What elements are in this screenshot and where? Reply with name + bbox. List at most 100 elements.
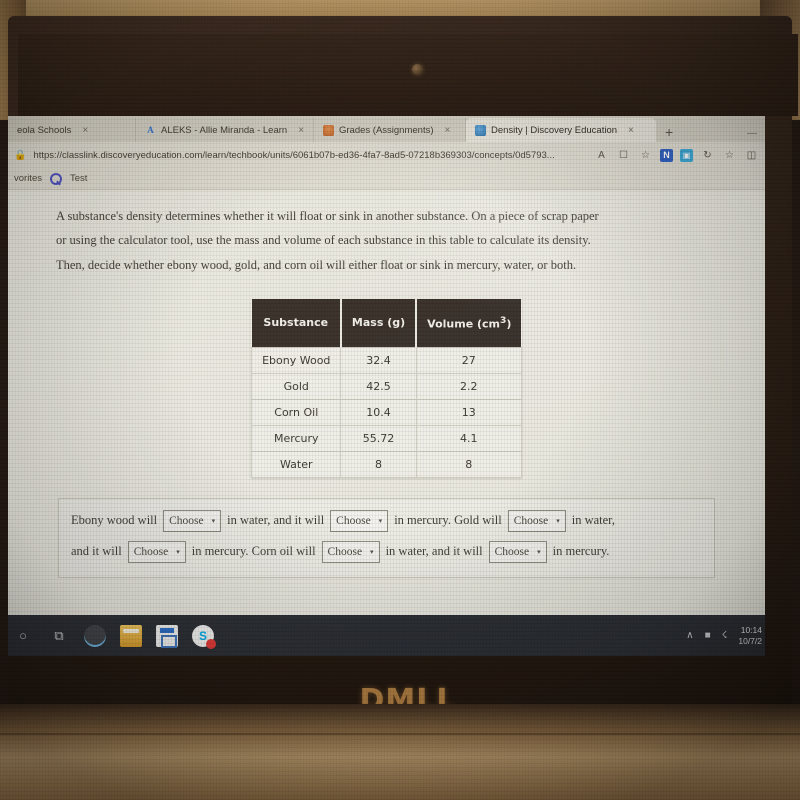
cell-mass: 55.72: [340, 424, 417, 452]
cell-substance: Gold: [251, 372, 342, 400]
cell-mass: 8: [340, 450, 417, 478]
cell-substance: Mercury: [251, 424, 342, 452]
answer-text-segment: in water,: [571, 513, 615, 528]
grades-icon: [323, 124, 334, 136]
bookmark-test[interactable]: Test: [70, 173, 87, 184]
nearpod-extension-icon[interactable]: N: [660, 148, 673, 162]
answer-text-segment: in water, and it will: [385, 544, 483, 559]
window-minimize-button[interactable]: —: [747, 128, 757, 139]
table-row: Mercury 55.72 4.1: [251, 424, 522, 452]
tray-expand-icon[interactable]: ∧: [686, 630, 693, 641]
webcam-icon: [412, 64, 423, 75]
tab-title: eola Schools: [17, 124, 72, 136]
answer-text-segment: in mercury. Corn oil will: [191, 544, 316, 559]
tab-title: ALEKS - Allie Miranda - Learn: [161, 124, 288, 136]
answer-text-segment: and it will: [71, 544, 122, 559]
new-tab-button[interactable]: +: [656, 124, 682, 142]
url-text[interactable]: https://classlink.discoveryeducation.com…: [33, 150, 587, 161]
dropdown-cornoil-mercury[interactable]: Choose ▾: [488, 540, 547, 563]
battery-icon[interactable]: ■: [705, 630, 711, 641]
bookmark-favorites-label[interactable]: vorites: [14, 173, 42, 184]
clock-date: 10/7/2: [738, 635, 762, 646]
cell-volume: 27: [415, 346, 522, 374]
cell-mass: 42.5: [340, 372, 417, 400]
dropdown-ebony-water[interactable]: Choose ▾: [163, 509, 222, 532]
dropdown-value: Choose: [327, 545, 363, 558]
prompt-line-2: or using the calculator tool, use the ma…: [56, 233, 591, 248]
tab-close-icon[interactable]: ×: [628, 125, 634, 136]
dropdown-value: Choose: [133, 545, 169, 558]
tab-close-icon[interactable]: ×: [445, 125, 451, 136]
answer-statement-card: Ebony wood will Choose ▾ in water, and i…: [58, 497, 715, 578]
tab-close-icon[interactable]: ×: [82, 125, 88, 136]
bookmarks-bar: vorites Test: [8, 168, 765, 190]
split-screen-icon[interactable]: ◫: [744, 150, 759, 161]
laptop-photo: eola Schools × A ALEKS - Allie Miranda -…: [0, 0, 800, 800]
tab-title: Density | Discovery Education: [491, 124, 618, 136]
tab-close-icon[interactable]: ×: [298, 125, 304, 136]
cell-volume: 8: [415, 450, 522, 478]
cortana-icon[interactable]: ○: [12, 625, 34, 647]
dropdown-value: Choose: [169, 514, 204, 527]
prompt-line-1: A substance's density determines whether…: [56, 209, 599, 223]
cell-mass: 32.4: [340, 346, 417, 374]
dropdown-value: Choose: [494, 545, 530, 558]
cell-volume: 13: [415, 398, 522, 426]
dropdown-gold-mercury[interactable]: Choose ▾: [127, 540, 186, 563]
chevron-down-icon: ▾: [556, 516, 560, 525]
browser-tab-grades[interactable]: Grades (Assignments) ×: [314, 118, 466, 142]
cell-volume: 2.2: [415, 372, 522, 400]
immersive-reader-icon[interactable]: ☐: [616, 150, 631, 161]
microsoft-store-icon[interactable]: [156, 624, 178, 648]
lock-icon: 🔒: [14, 149, 27, 161]
edge-icon[interactable]: [84, 624, 106, 647]
chevron-down-icon: ▾: [176, 547, 180, 556]
chevron-down-icon: ▾: [211, 516, 216, 525]
file-explorer-icon[interactable]: [120, 624, 142, 647]
screenshot-extension-icon[interactable]: ▣: [680, 148, 693, 162]
answer-line-1: Ebony wood will Choose ▾ in water, and i…: [71, 509, 702, 532]
aleks-a-icon: A: [147, 124, 154, 135]
laptop-top-bezel: [18, 34, 798, 116]
network-icon[interactable]: ☇: [722, 630, 728, 641]
table-header-row: Substance Mass (g) Volume (cm3): [251, 299, 522, 348]
column-header-substance: Substance: [251, 299, 342, 348]
read-aloud-icon[interactable]: A: [594, 150, 609, 161]
volume-label-close: ): [506, 317, 512, 331]
substance-table-wrapper: Substance Mass (g) Volume (cm3) Ebony Wo…: [56, 299, 717, 478]
page-viewport: A substance's density determines whether…: [8, 190, 765, 615]
laptop-body: eola Schools × A ALEKS - Allie Miranda -…: [8, 16, 798, 778]
answer-text-segment: in mercury.: [552, 544, 610, 559]
chevron-down-icon: ▾: [378, 516, 383, 525]
cell-substance: Water: [251, 450, 342, 478]
answer-line-2: and it will Choose ▾ in mercury. Corn oi…: [71, 540, 702, 563]
history-icon[interactable]: ↻: [700, 150, 715, 161]
table-row: Gold 42.5 2.2: [251, 372, 522, 400]
browser-tab-density-discovery-education[interactable]: Density | Discovery Education ×: [466, 118, 656, 142]
answer-text-segment: in mercury. Gold will: [394, 513, 502, 528]
chevron-down-icon: ▾: [370, 547, 374, 556]
volume-label-base: Volume (cm: [427, 317, 500, 331]
tab-title: Grades (Assignments): [339, 124, 434, 136]
cell-volume: 4.1: [415, 424, 522, 452]
table-row: Water 8 8: [251, 450, 522, 478]
cell-substance: Corn Oil: [251, 398, 342, 426]
browser-tab-strip: eola Schools × A ALEKS - Allie Miranda -…: [8, 116, 765, 142]
browser-tab-aleks[interactable]: A ALEKS - Allie Miranda - Learn ×: [136, 118, 314, 142]
skype-icon[interactable]: S: [192, 624, 216, 649]
task-view-icon[interactable]: ⧉: [48, 625, 70, 647]
clock[interactable]: 10:14 10/7/2: [738, 625, 762, 645]
laptop-screen: eola Schools × A ALEKS - Allie Miranda -…: [8, 116, 765, 656]
windows-taskbar: ○ ⧉ S ∧ ■ ☇ 10:14 10/7/2: [8, 615, 765, 656]
browser-tab-eola-schools[interactable]: eola Schools ×: [8, 118, 136, 142]
column-header-mass: Mass (g): [340, 299, 418, 348]
collections-icon[interactable]: ☆: [638, 150, 653, 161]
question-prompt: A substance's density determines whether…: [56, 204, 717, 277]
dropdown-cornoil-water[interactable]: Choose ▾: [321, 540, 380, 563]
clock-time: 10:14: [740, 625, 762, 636]
favorites-add-icon[interactable]: ☆: [722, 150, 737, 161]
cell-substance: Ebony Wood: [251, 346, 342, 374]
dropdown-ebony-mercury[interactable]: Choose ▾: [330, 509, 389, 532]
quizlet-q-icon: [49, 172, 62, 185]
dropdown-gold-water[interactable]: Choose ▾: [507, 509, 566, 532]
